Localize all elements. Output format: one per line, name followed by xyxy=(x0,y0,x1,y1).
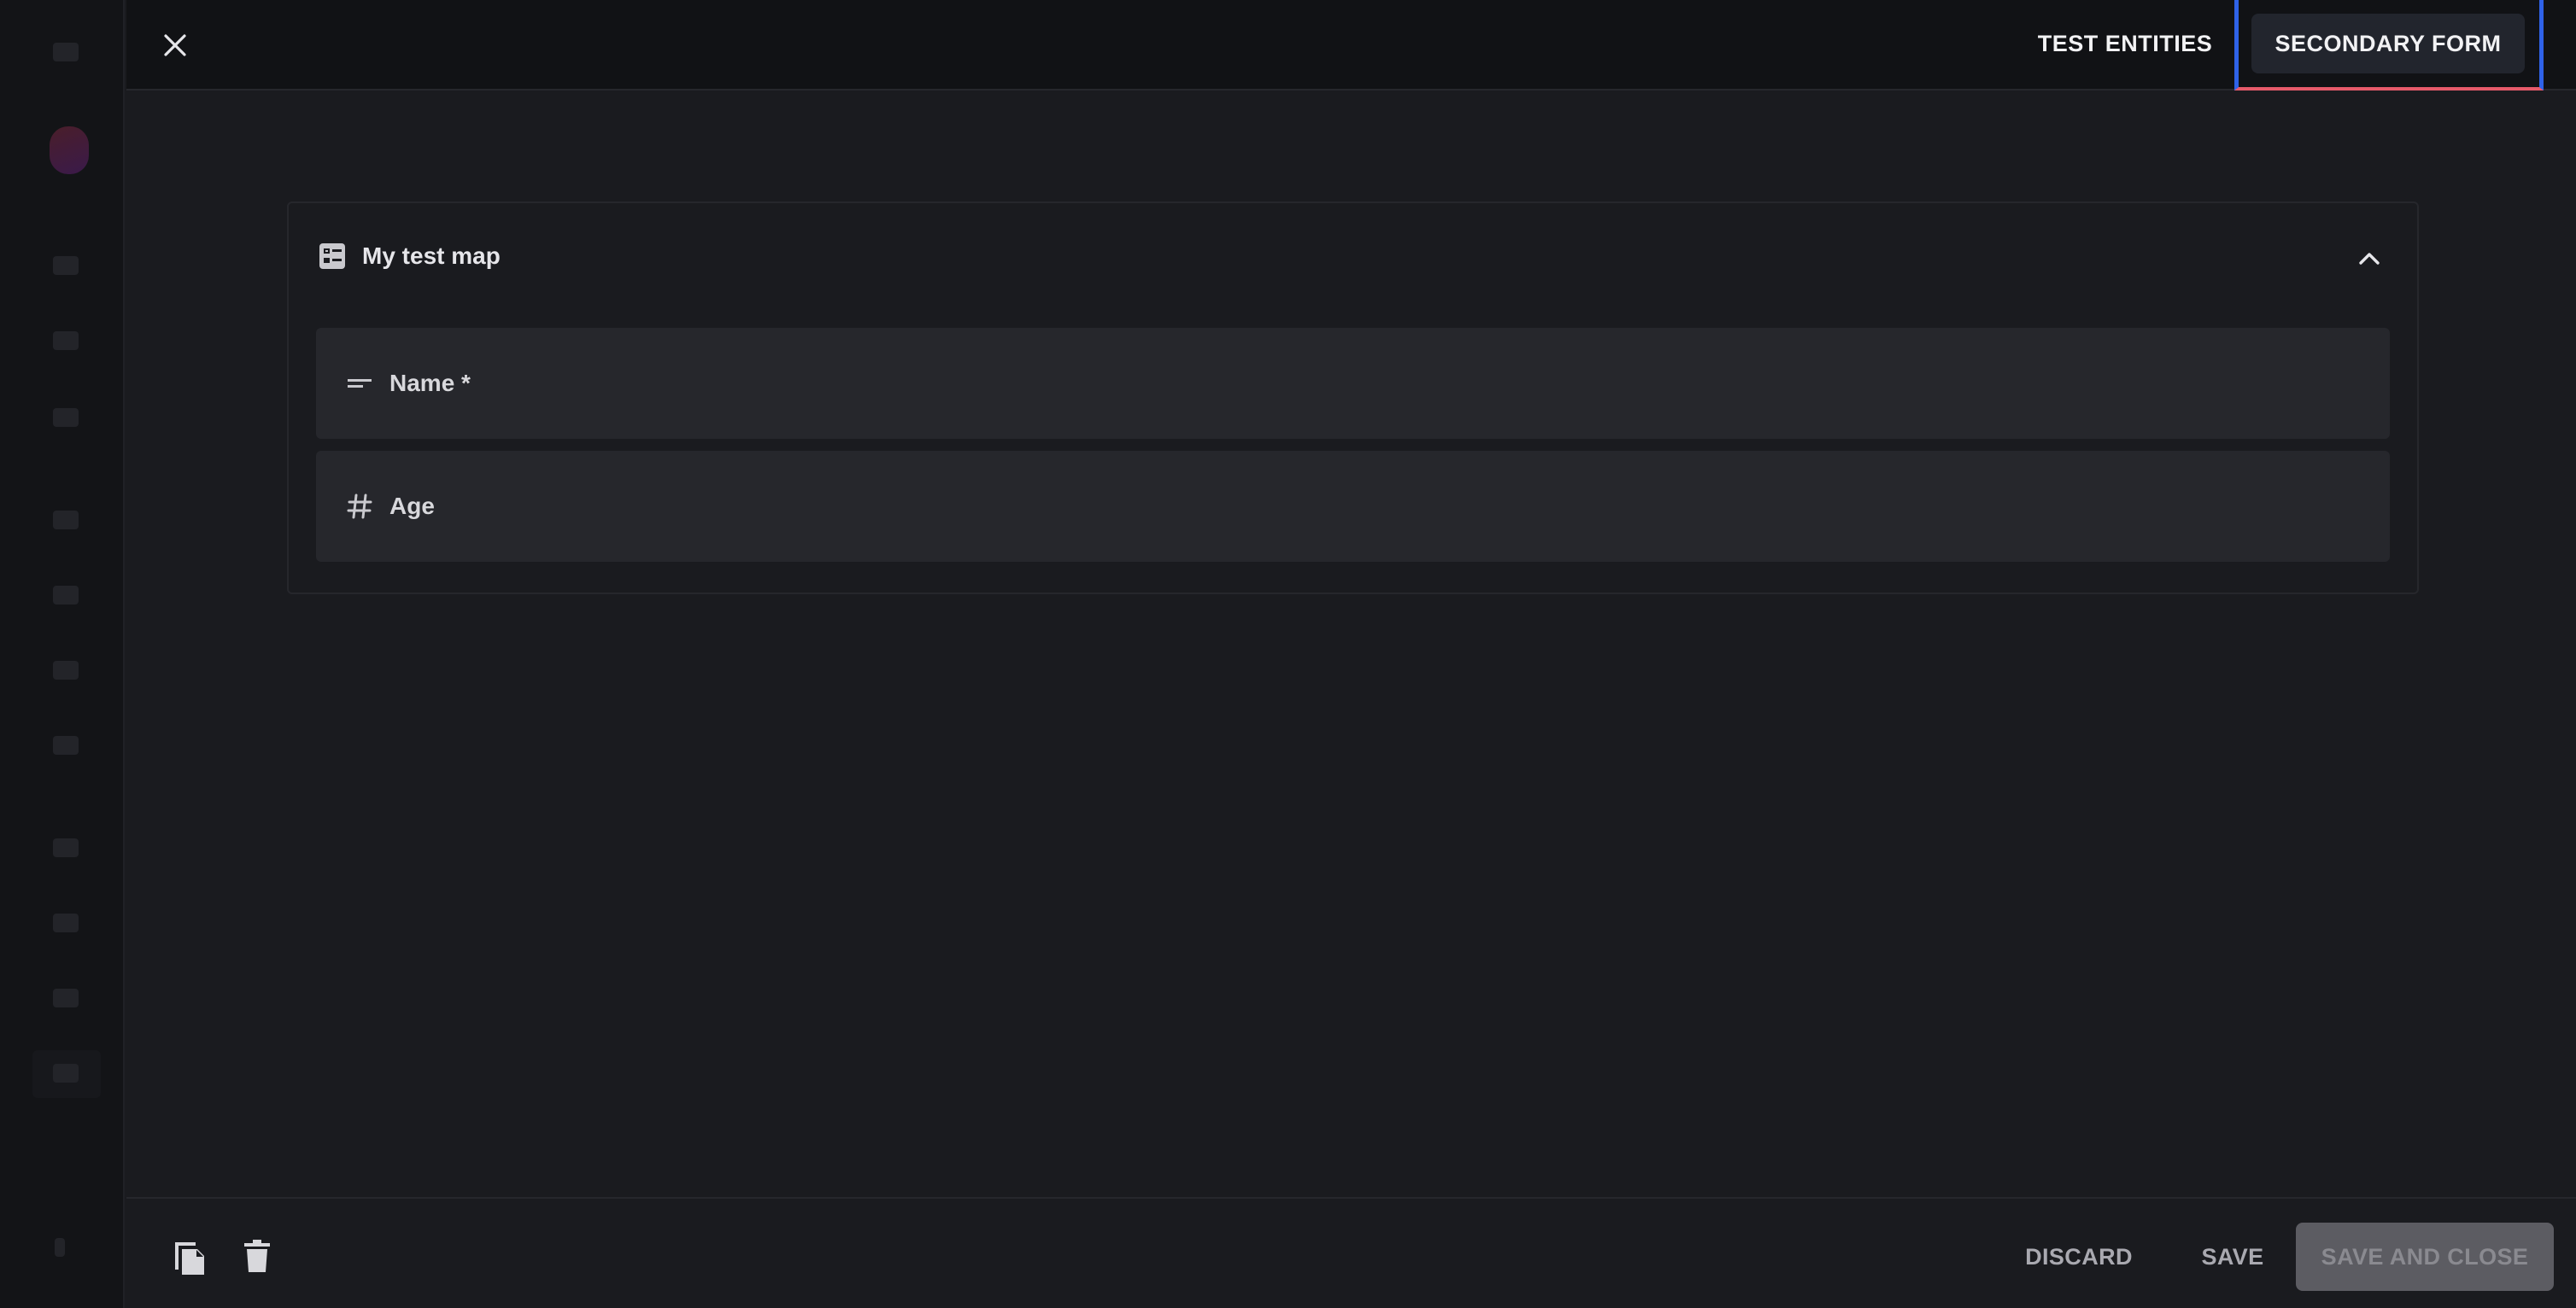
dialog-header: TEST ENTITIES SECONDARY FORM xyxy=(126,0,2576,91)
nav-layers-icon[interactable] xyxy=(53,989,79,1007)
nav-mail-icon[interactable] xyxy=(53,256,79,275)
nav-storage-icon[interactable] xyxy=(53,1064,79,1083)
save-and-close-button[interactable]: SAVE AND CLOSE xyxy=(2296,1223,2554,1291)
delete-button[interactable] xyxy=(234,1233,280,1279)
app-root: TEST ENTITIES SECONDARY FORM My test map xyxy=(0,0,2576,1308)
map-property-card: My test map Name * Age xyxy=(287,201,2419,594)
chevron-up-icon xyxy=(2359,253,2380,265)
nav-logo-icon[interactable] xyxy=(53,43,79,61)
name-field-label: Name * xyxy=(389,370,471,396)
tab-secondary-form[interactable]: SECONDARY FORM xyxy=(2251,14,2525,73)
nav-more-icon[interactable] xyxy=(55,1238,65,1257)
copy-icon xyxy=(175,1242,204,1275)
age-field[interactable]: Age xyxy=(316,451,2390,562)
nav-edit-icon[interactable] xyxy=(53,511,79,529)
nav-table-icon[interactable] xyxy=(53,586,79,604)
trash-icon xyxy=(244,1240,270,1272)
left-nav-rail xyxy=(0,0,125,1308)
nav-code-icon[interactable] xyxy=(53,838,79,857)
list-alt-icon xyxy=(319,243,345,269)
collapse-button[interactable] xyxy=(2352,241,2386,275)
save-button[interactable]: SAVE xyxy=(2181,1223,2284,1291)
close-icon xyxy=(164,34,186,56)
card-header: My test map xyxy=(318,237,501,275)
side-dialog-panel: TEST ENTITIES SECONDARY FORM My test map xyxy=(126,0,2576,1308)
card-title: My test map xyxy=(362,242,501,269)
copy-button[interactable] xyxy=(166,1233,212,1279)
close-button[interactable] xyxy=(155,26,195,65)
short-text-icon xyxy=(348,379,372,388)
nav-user-icon[interactable] xyxy=(53,408,79,427)
dialog-footer: DISCARD SAVE SAVE AND CLOSE xyxy=(126,1197,2576,1308)
nav-tools-icon[interactable] xyxy=(53,331,79,350)
avatar[interactable] xyxy=(50,126,89,174)
name-field[interactable]: Name * xyxy=(316,328,2390,439)
hash-icon xyxy=(347,493,372,519)
age-field-label: Age xyxy=(389,493,435,519)
nav-grid-icon[interactable] xyxy=(53,661,79,680)
discard-button[interactable]: DISCARD xyxy=(2002,1223,2156,1291)
tab-test-entities[interactable]: TEST ENTITIES xyxy=(2014,14,2236,73)
nav-link-icon[interactable] xyxy=(53,736,79,755)
nav-settings-icon[interactable] xyxy=(53,914,79,932)
